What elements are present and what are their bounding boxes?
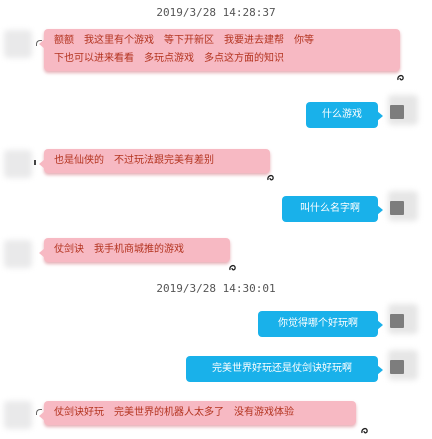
contact-avatar[interactable] (4, 30, 36, 62)
tick-icon (34, 160, 36, 165)
blurred-avatar-icon (4, 150, 32, 178)
outgoing-message[interactable]: 你觉得哪个好玩啊 (258, 311, 383, 337)
message-line: 仗剑诀好玩 完美世界的机器人太多了 没有游戏体验 (54, 407, 294, 418)
outgoing-message[interactable]: 完美世界好玩还是仗剑诀好玩啊 (186, 356, 383, 382)
incoming-message[interactable]: 仗剑诀好玩 完美世界的机器人太多了 没有游戏体验 (39, 401, 356, 425)
contact-avatar[interactable] (4, 240, 36, 272)
incoming-message[interactable]: 也是仙侠的 不过玩法跟完美有差别 (39, 149, 270, 173)
self-avatar[interactable] (386, 95, 418, 127)
avatar-image-icon (390, 105, 404, 119)
message-line: 额额 我这里有个游戏 等下开新区 我要进去建帮 你等 (54, 35, 314, 46)
message-text: 完美世界好玩还是仗剑诀好玩啊 (212, 363, 352, 374)
message-line: 仗剑诀 我手机商城推的游戏 (54, 244, 184, 255)
self-avatar[interactable] (386, 350, 418, 382)
message-line: 也是仙侠的 不过玩法跟完美有差别 (54, 155, 214, 166)
message-text: 你觉得哪个好玩啊 (278, 318, 358, 329)
curled-arrow-icon (266, 172, 275, 182)
curled-arrow-icon (360, 425, 369, 435)
avatar-image-icon (390, 360, 404, 374)
message-text: 叫什么名字啊 (300, 203, 360, 214)
self-avatar[interactable] (386, 304, 418, 336)
message-line: 下也可以进来看看 多玩点游戏 多点这方面的知识 (54, 53, 284, 64)
chat-timestamp: 2019/3/28 14:28:37 (156, 6, 276, 19)
curled-arrow-icon (396, 72, 405, 82)
contact-avatar[interactable] (4, 150, 36, 182)
outgoing-message[interactable]: 叫什么名字啊 (282, 196, 383, 222)
contact-avatar[interactable] (4, 401, 36, 433)
blurred-avatar-icon (4, 30, 32, 58)
incoming-message[interactable]: 仗剑诀 我手机商城推的游戏 (39, 238, 230, 262)
blurred-avatar-icon (4, 240, 32, 268)
incoming-message[interactable]: 额额 我这里有个游戏 等下开新区 我要进去建帮 你等 下也可以进来看看 多玩点游… (39, 29, 400, 71)
self-avatar[interactable] (386, 191, 418, 223)
message-text: 什么游戏 (322, 109, 362, 120)
outgoing-message[interactable]: 什么游戏 (306, 102, 383, 128)
avatar-image-icon (390, 314, 404, 328)
chat-timestamp: 2019/3/28 14:30:01 (156, 282, 276, 295)
blurred-avatar-icon (4, 401, 32, 429)
curled-arrow-icon (228, 262, 237, 272)
avatar-image-icon (390, 201, 404, 215)
